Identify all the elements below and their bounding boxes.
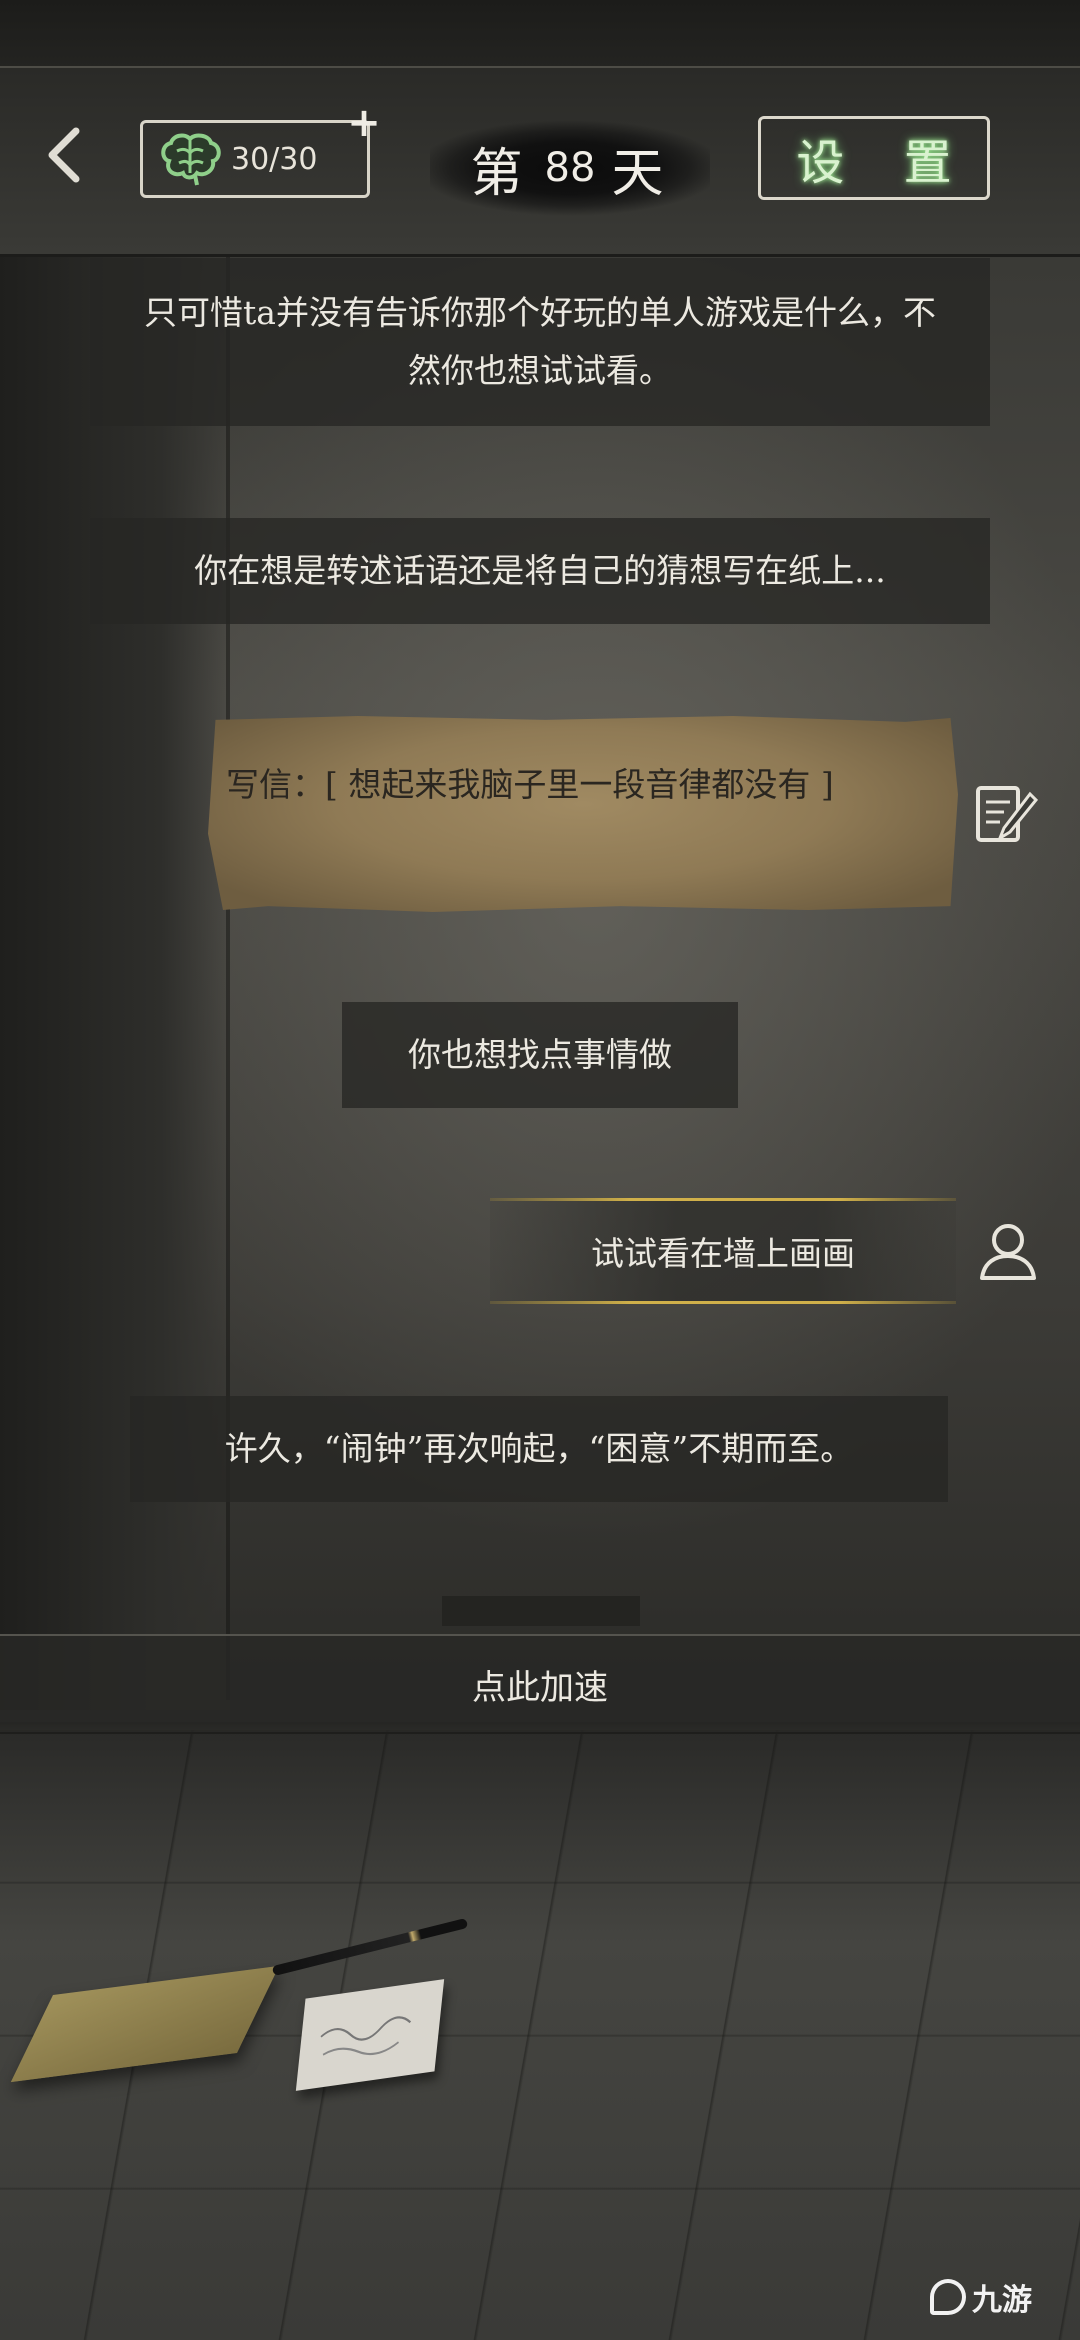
settings-button[interactable]: 设 置 [758,116,990,200]
watermark-text: 九游 [972,2283,1032,2318]
day-number: 88 [544,145,596,191]
day-prefix: 第 [470,143,529,204]
narration-message: 你在想是转述话语还是将自己的猜想写在纸上... [90,518,990,624]
player-choice: 试试看在墙上画画 [490,1198,956,1304]
watermark: 九游 [930,2272,1070,2322]
letter-note: 写信：[ 想起来我脑子里一段音律都没有 ] [208,716,958,912]
user-icon [976,1218,1040,1282]
plus-icon[interactable]: + [346,103,382,143]
narration-message: 许久，“闹钟”再次响起，“困意”不期而至。 [130,1396,948,1502]
brain-energy-counter: 30/30 [140,120,370,198]
progress-tab [442,1596,640,1626]
brain-count: 30/30 [231,141,318,177]
watermark-logo-icon [930,2279,966,2315]
narration-message: 只可惜ta并没有告诉你那个好玩的单人游戏是什么，不然你也想试试看。 [90,258,990,426]
speed-up-button[interactable]: 点此加速 [0,1634,1080,1734]
day-suffix: 天 [611,143,670,204]
narration-message: 你也想找点事情做 [342,1002,738,1108]
chevron-left-icon [48,127,80,183]
pen-paper-icon [970,778,1040,848]
brain-icon [161,133,221,186]
back-button[interactable] [38,120,90,190]
day-counter: 第 88 天 [430,120,710,216]
